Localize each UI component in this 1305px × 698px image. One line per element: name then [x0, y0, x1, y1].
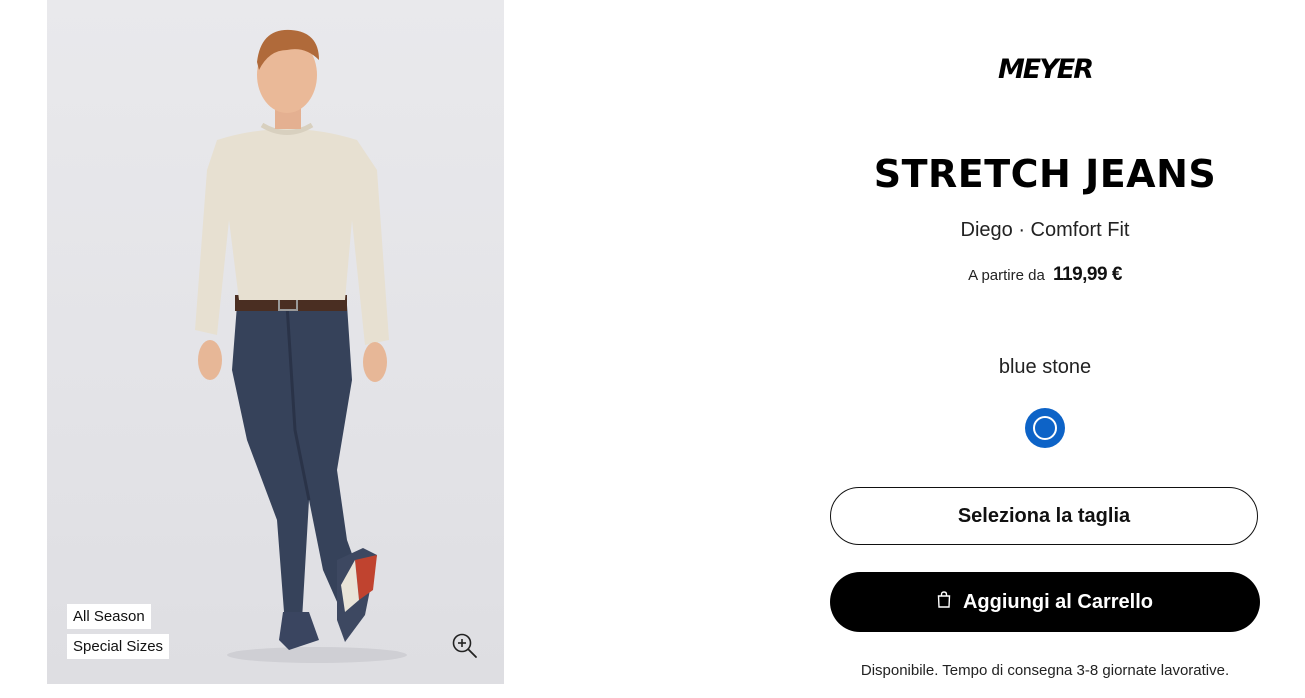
- product-subtitle: Diego · Comfort Fit: [960, 219, 1130, 241]
- product-title: STRETCH JEANS: [873, 152, 1217, 196]
- product-photo: [195, 29, 407, 663]
- swatch-selected-ring: [1033, 416, 1057, 440]
- shopping-bag-icon: [937, 590, 951, 614]
- zoom-in-icon[interactable]: [451, 632, 479, 660]
- badge-all-season: All Season: [67, 604, 151, 629]
- selected-color-name: blue stone: [998, 356, 1092, 378]
- add-to-cart-button[interactable]: Aggiungi al Carrello: [830, 572, 1260, 632]
- product-image-gallery[interactable]: All Season Special Sizes: [47, 0, 504, 684]
- color-swatch-blue-stone[interactable]: [1025, 408, 1065, 448]
- select-size-button[interactable]: Seleziona la taglia: [830, 487, 1258, 545]
- add-to-cart-label: Aggiungi al Carrello: [962, 590, 1154, 613]
- price-row: A partire da 119,99 €: [830, 264, 1260, 286]
- product-price: 119,99 €: [1052, 264, 1122, 285]
- brand-logo[interactable]: MEYER: [830, 54, 1260, 85]
- badge-special-sizes: Special Sizes: [67, 634, 170, 659]
- availability-text: Disponibile. Tempo di consegna 3-8 giorn…: [860, 662, 1230, 679]
- price-prefix: A partire da: [968, 267, 1045, 284]
